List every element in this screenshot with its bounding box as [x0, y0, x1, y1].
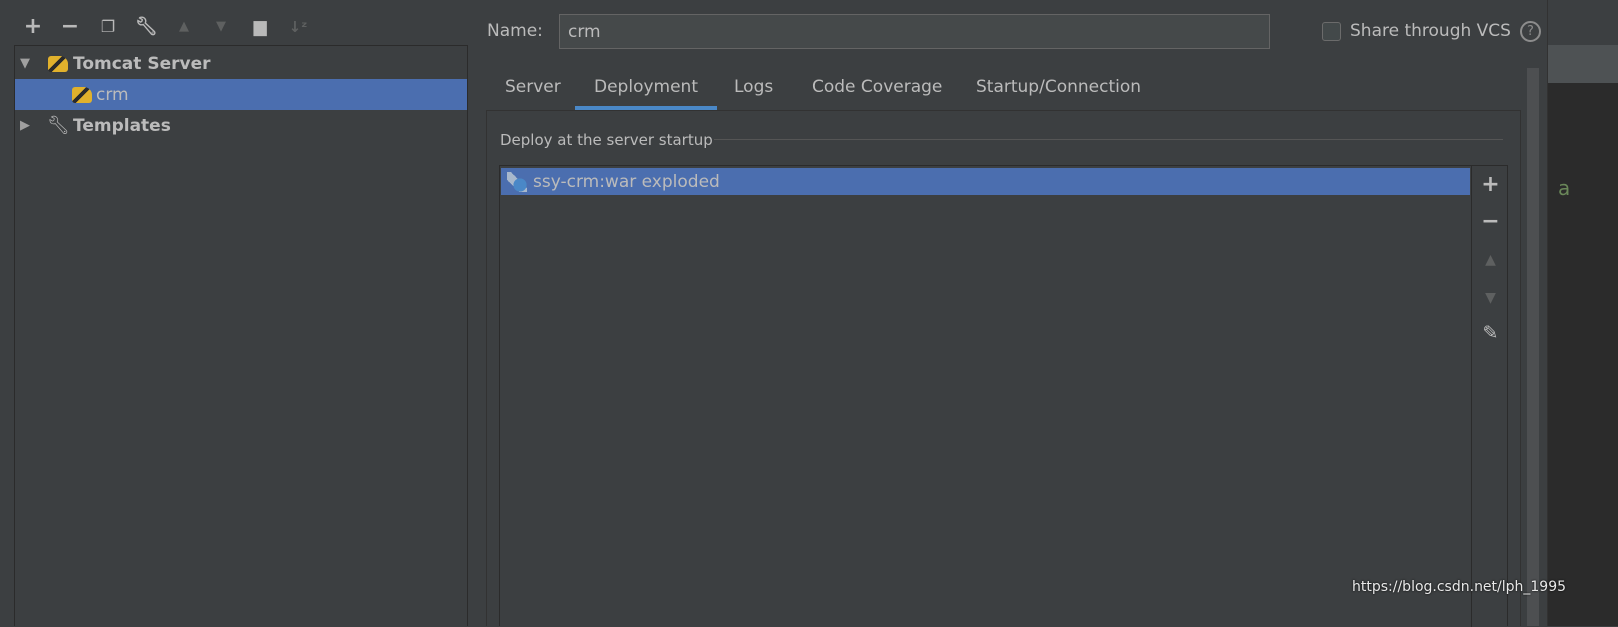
artifact-toolbar: + − ▲ ▼ ✎	[1471, 166, 1508, 627]
tree-item-label: crm	[96, 84, 129, 105]
move-up-button[interactable]: ▲	[173, 16, 195, 38]
move-down-button[interactable]: ▼	[1472, 290, 1509, 306]
editor-text-fragment: a	[1558, 176, 1571, 200]
name-input[interactable]	[559, 14, 1270, 49]
copy-configuration-button[interactable]: ❐	[97, 16, 119, 38]
add-artifact-button[interactable]: +	[1472, 172, 1509, 197]
sort-button[interactable]: ↓ᶻ	[287, 16, 309, 38]
tab-server[interactable]: Server	[486, 70, 580, 110]
name-label: Name:	[487, 21, 543, 41]
collapse-arrow-icon[interactable]: ▶	[20, 118, 30, 133]
tree-item-crm[interactable]: crm	[15, 79, 467, 110]
wrench-icon: 🔧︎	[47, 115, 70, 136]
tab-logs[interactable]: Logs	[715, 70, 792, 110]
share-vcs-label[interactable]: Share through VCS	[1350, 21, 1511, 41]
tab-deployment[interactable]: Deployment	[575, 70, 717, 110]
expand-arrow-icon[interactable]: ▼	[20, 56, 30, 71]
configuration-tree: ▼ Tomcat Server crm ▶ 🔧︎ Templates	[14, 45, 468, 626]
wrench-icon[interactable]: 🔧︎	[135, 16, 158, 38]
move-up-button[interactable]: ▲	[1472, 252, 1509, 268]
artifact-icon	[507, 171, 527, 192]
edit-pencil-icon[interactable]: ✎	[1472, 322, 1509, 344]
help-icon[interactable]: ?	[1520, 21, 1541, 42]
tab-code-coverage[interactable]: Code Coverage	[793, 70, 961, 110]
move-down-button[interactable]: ▼	[210, 16, 232, 38]
add-configuration-button[interactable]: +	[22, 16, 44, 38]
tree-item-label: Templates	[73, 115, 171, 136]
artifact-row[interactable]: ssy-crm:war exploded	[501, 168, 1470, 195]
remove-artifact-button[interactable]: −	[1472, 209, 1509, 234]
watermark: https://blog.csdn.net/lph_1995	[1352, 579, 1567, 595]
remove-configuration-button[interactable]: −	[59, 16, 81, 38]
new-folder-button[interactable]: ▆	[249, 16, 271, 38]
tree-item-templates[interactable]: ▶ 🔧︎ Templates	[15, 110, 467, 141]
tomcat-icon	[48, 55, 68, 72]
artifact-list: ssy-crm:war exploded + − ▲ ▼ ✎	[499, 165, 1508, 627]
scrollbar[interactable]	[1527, 68, 1539, 626]
tree-item-label: Tomcat Server	[73, 53, 211, 74]
section-divider	[714, 139, 1503, 140]
background-editor-strip: a	[1547, 0, 1618, 626]
artifact-label: ssy-crm:war exploded	[533, 171, 720, 192]
section-title: Deploy at the server startup	[500, 131, 713, 149]
share-vcs-checkbox[interactable]	[1322, 22, 1341, 41]
tree-item-tomcat-server[interactable]: ▼ Tomcat Server	[15, 48, 467, 79]
tab-startup-connection[interactable]: Startup/Connection	[957, 70, 1160, 110]
tomcat-icon	[72, 86, 92, 103]
